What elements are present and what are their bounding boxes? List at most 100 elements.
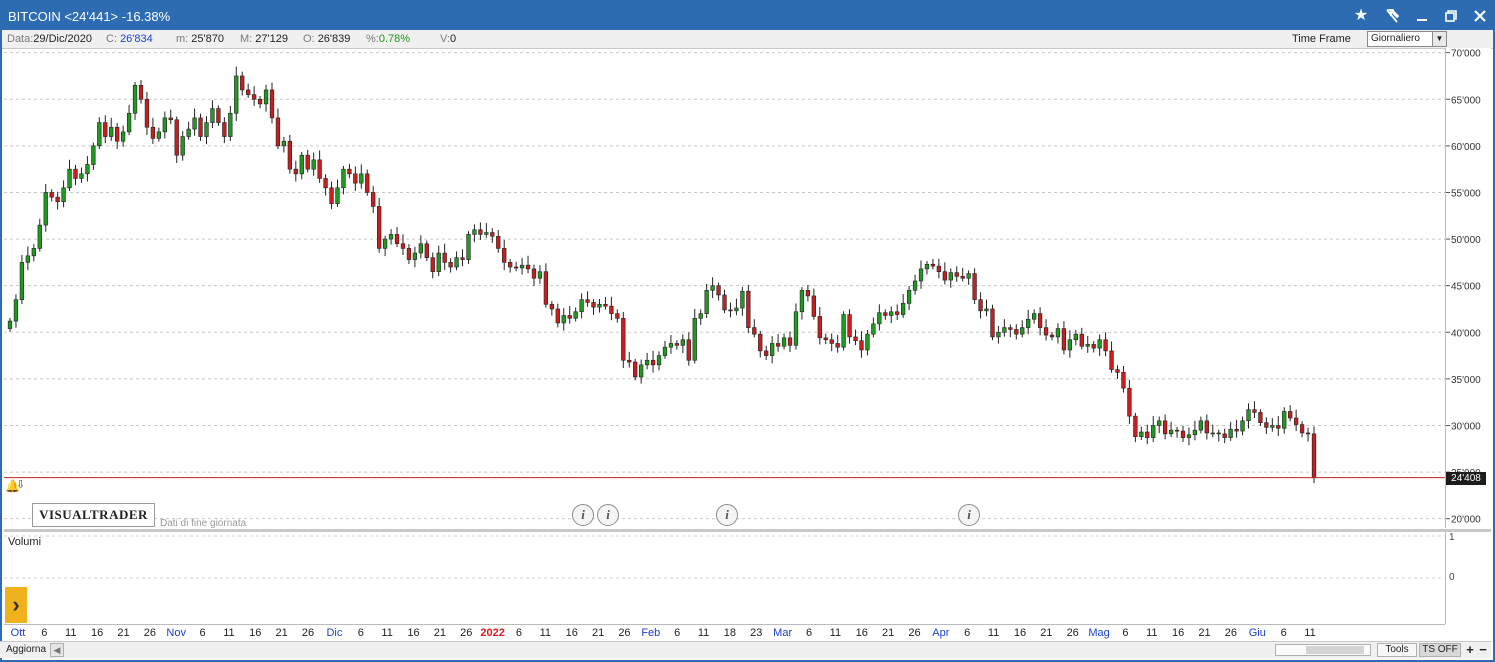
date-tick-label: Ott bbox=[10, 627, 26, 639]
candle-up bbox=[1240, 420, 1245, 432]
candle-down bbox=[764, 350, 769, 356]
candle-down bbox=[531, 268, 537, 279]
candle-up bbox=[228, 112, 233, 137]
candle-down bbox=[972, 273, 977, 300]
price-chart[interactable] bbox=[4, 48, 1445, 528]
maximize-icon[interactable] bbox=[1438, 5, 1464, 27]
candle-up bbox=[204, 122, 209, 137]
candle-down bbox=[1115, 369, 1120, 373]
candle-up bbox=[924, 263, 930, 270]
candle-up bbox=[1067, 339, 1073, 351]
candle-down bbox=[251, 94, 257, 100]
info-icon[interactable]: i bbox=[958, 504, 980, 526]
star-icon[interactable]: ★ bbox=[1348, 5, 1374, 27]
zoom-out-button[interactable]: − bbox=[1476, 643, 1490, 657]
candle-down bbox=[549, 304, 554, 310]
candle-up bbox=[865, 333, 870, 351]
candle-down bbox=[1288, 411, 1293, 419]
refresh-label[interactable]: Aggiorna bbox=[6, 644, 46, 655]
time-frame-value: Giornaliero bbox=[1371, 33, 1420, 44]
candle-down bbox=[115, 126, 120, 142]
zoom-in-button[interactable]: + bbox=[1463, 643, 1477, 657]
candle-down bbox=[835, 343, 840, 348]
price-tick-label: 50'000 bbox=[1451, 235, 1481, 246]
candle-down bbox=[1037, 313, 1043, 328]
candle-down bbox=[216, 108, 221, 123]
time-frame-select[interactable]: Giornaliero ▼ bbox=[1367, 31, 1447, 47]
candle-down bbox=[275, 117, 281, 147]
date-tick-label: 6 bbox=[199, 627, 206, 639]
candle-up bbox=[639, 364, 644, 378]
price-tick-label: 35'000 bbox=[1451, 375, 1481, 386]
expand-panel-button[interactable]: › bbox=[5, 587, 27, 623]
candle-down bbox=[144, 98, 150, 128]
info-icon[interactable]: i bbox=[597, 504, 619, 526]
candle-up bbox=[1055, 328, 1061, 338]
date-tick-label: 21 bbox=[117, 627, 130, 639]
minimize-icon[interactable] bbox=[1409, 5, 1435, 27]
candle-up bbox=[1073, 333, 1078, 341]
scrollbar-thumb[interactable] bbox=[1306, 646, 1364, 654]
candle-up bbox=[186, 128, 191, 137]
candle-down bbox=[650, 359, 656, 366]
candle-down bbox=[1049, 334, 1055, 338]
volume-label: V: bbox=[440, 33, 450, 45]
arrow-down-icon[interactable]: ⇩ bbox=[16, 478, 25, 491]
horizontal-scrollbar[interactable] bbox=[1275, 644, 1371, 656]
candle-down bbox=[895, 311, 900, 315]
open-value: 26'839 bbox=[317, 33, 351, 45]
date-tick-label: 16 bbox=[90, 627, 104, 639]
candle-up bbox=[704, 290, 709, 314]
ts-off-button[interactable]: TS OFF bbox=[1419, 643, 1461, 657]
candle-up bbox=[67, 168, 72, 189]
candle-up bbox=[597, 304, 602, 308]
info-icon[interactable]: i bbox=[716, 504, 738, 526]
candle-up bbox=[1282, 411, 1287, 429]
end-of-day-note: Dati di fine giornata bbox=[160, 518, 247, 529]
price-tick-label: 30'000 bbox=[1451, 421, 1481, 432]
percent-label: %: bbox=[366, 33, 379, 45]
candle-up bbox=[418, 243, 423, 254]
candle-up bbox=[1085, 344, 1090, 347]
date-tick-label: Mar bbox=[773, 627, 793, 639]
low-field: m: 25'870 bbox=[176, 33, 224, 45]
candle-up bbox=[109, 126, 114, 137]
candle-down bbox=[513, 266, 519, 269]
candle-down bbox=[787, 337, 793, 346]
date-tick-label: 16 bbox=[1013, 627, 1027, 639]
candle-up bbox=[692, 317, 697, 361]
candle-down bbox=[400, 243, 406, 249]
volume-field: V:0 bbox=[440, 33, 456, 45]
candle-down bbox=[1252, 409, 1257, 413]
tools-button[interactable]: Tools bbox=[1377, 643, 1417, 657]
scroll-left-button[interactable]: ◀ bbox=[50, 643, 64, 657]
candle-down bbox=[1133, 415, 1138, 437]
candle-up bbox=[889, 311, 894, 316]
candle-up bbox=[61, 187, 66, 203]
candle-up bbox=[561, 315, 566, 324]
close-icon[interactable] bbox=[1467, 5, 1493, 27]
date-tick-label: 2022 bbox=[480, 627, 505, 639]
volume-pane[interactable] bbox=[4, 532, 1445, 624]
candle-down bbox=[567, 315, 572, 319]
info-icon[interactable]: i bbox=[572, 504, 594, 526]
candle-down bbox=[138, 84, 144, 100]
candle-down bbox=[716, 285, 721, 296]
low-value: 25'870 bbox=[191, 33, 224, 45]
candle-down bbox=[448, 262, 453, 268]
candle-down bbox=[1014, 329, 1019, 335]
date-tick-label: 11 bbox=[1304, 627, 1316, 639]
pin-icon[interactable] bbox=[1379, 5, 1405, 27]
dropdown-arrow-icon[interactable]: ▼ bbox=[1432, 32, 1446, 46]
candle-down bbox=[1079, 333, 1084, 347]
candle-down bbox=[406, 248, 412, 260]
date-tick-label: 6 bbox=[964, 627, 971, 639]
price-tick-label: 45'000 bbox=[1451, 282, 1481, 293]
candle-up bbox=[210, 108, 215, 123]
date-tick-label: 6 bbox=[674, 627, 681, 639]
candle-down bbox=[591, 302, 596, 308]
candle-up bbox=[91, 145, 96, 165]
percent-value: 0.78% bbox=[378, 33, 411, 45]
date-tick-label: 26 bbox=[618, 627, 631, 639]
date-tick-label: 26 bbox=[908, 627, 921, 639]
